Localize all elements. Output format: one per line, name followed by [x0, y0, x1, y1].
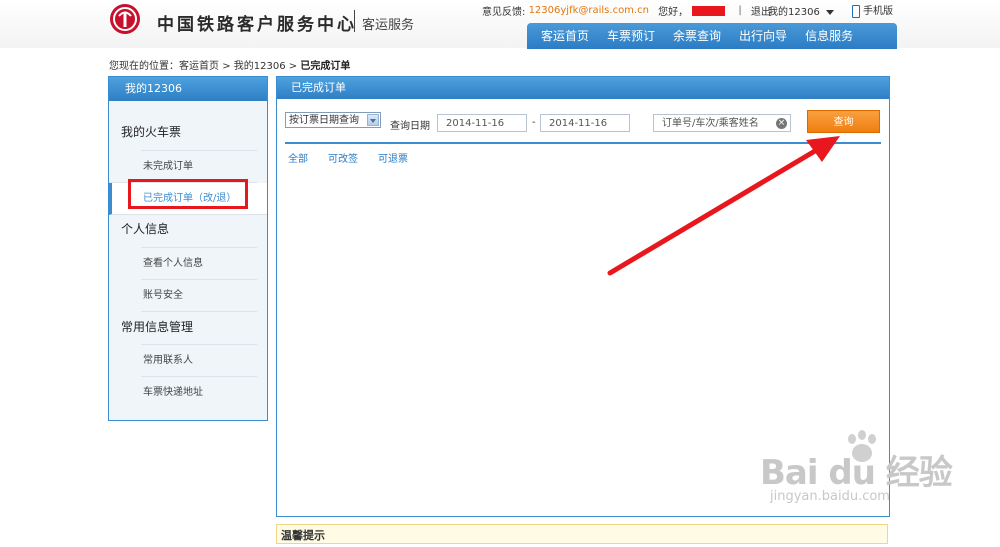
nav-item-ticket-query[interactable]: 余票查询 [664, 23, 730, 49]
feedback-email-link[interactable]: 12306yjfk@rails.com.cn [529, 5, 649, 16]
chevron-down-icon [367, 114, 379, 126]
nav-item-info-service[interactable]: 信息服务 [796, 23, 862, 49]
nav-item-travel-guide[interactable]: 出行向导 [730, 23, 796, 49]
breadcrumb-sep: > [222, 61, 231, 72]
sidebar-item-contacts[interactable]: 常用联系人 [141, 344, 257, 377]
breadcrumb: 您现在的位置：客运首页 > 我的12306 > 已完成订单 [109, 57, 350, 72]
watermark-url: jingyan.baidu.com [770, 489, 890, 504]
breadcrumb-current: 已完成订单 [300, 61, 351, 72]
notice-box: 温馨提示 [276, 524, 888, 544]
sidebar-item-account-security[interactable]: 账号安全 [141, 280, 257, 312]
redacted-username [692, 5, 726, 16]
mobile-link[interactable]: 手机版 [852, 2, 893, 18]
annotation-highlight-box [128, 179, 248, 209]
page-title: 已完成订单 [277, 77, 889, 99]
watermark-text: Bai du 经验 [760, 453, 953, 493]
nav-item-booking[interactable]: 车票预订 [598, 23, 664, 49]
tab-changeable[interactable]: 可改签 [328, 150, 358, 165]
breadcrumb-my12306[interactable]: 我的12306 [234, 61, 286, 72]
tab-refundable[interactable]: 可退票 [378, 150, 408, 165]
breadcrumb-sep: > [288, 61, 298, 72]
query-type-value: 按订票日期查询 [289, 115, 359, 126]
my12306-label: 我的12306 [768, 7, 820, 18]
chevron-down-icon [825, 9, 834, 15]
nav-item-home[interactable]: 客运首页 [527, 23, 598, 49]
divider: | [738, 5, 742, 16]
query-button[interactable]: 查询 [807, 110, 880, 133]
search-placeholder: 订单号/车次/乘客姓名 [662, 118, 759, 129]
sidebar-title: 我的12306 [109, 77, 267, 101]
site-header: 中国铁路客户服务中心 客运服务 意见反馈: 12306yjfk@rails.co… [0, 0, 1000, 49]
date-from-input[interactable]: 2014-11-16 [437, 114, 527, 132]
phone-icon [852, 4, 860, 18]
top-links: 意见反馈: 12306yjfk@rails.com.cn 您好， | 退出 [482, 3, 771, 18]
breadcrumb-home[interactable]: 客运首页 [179, 61, 219, 72]
date-to-input[interactable]: 2014-11-16 [540, 114, 630, 132]
logo-divider [354, 10, 355, 32]
sidebar-group-common-info: 常用信息管理 [121, 320, 194, 334]
greeting-text: 您好， [658, 7, 689, 18]
main-nav: 客运首页 车票预订 余票查询 出行向导 信息服务 [527, 23, 897, 49]
breadcrumb-prefix: 您现在的位置： [109, 61, 179, 72]
sidebar-item-view-profile[interactable]: 查看个人信息 [141, 247, 257, 280]
sidebar-group-my-tickets: 我的火车票 [121, 125, 182, 139]
filter-divider [285, 142, 881, 144]
order-tabs: 全部 可改签 可退票 [288, 150, 428, 165]
date-label: 查询日期 [390, 121, 430, 132]
clear-icon[interactable]: × [776, 118, 787, 129]
my12306-dropdown[interactable]: 我的12306 [768, 3, 834, 18]
sidebar-item-delivery-address[interactable]: 车票快递地址 [141, 377, 257, 408]
search-input[interactable]: 订单号/车次/乘客姓名 × [653, 114, 791, 132]
baidu-watermark: Bai du 经验 jingyan.baidu.com [760, 425, 953, 525]
sidebar-group-personal-info: 个人信息 [121, 222, 170, 236]
tab-all[interactable]: 全部 [288, 150, 308, 165]
query-type-select[interactable]: 按订票日期查询 [285, 112, 381, 128]
date-separator: - [532, 117, 536, 128]
site-subtitle: 客运服务 [362, 18, 415, 33]
feedback-label: 意见反馈: [482, 7, 526, 18]
sidebar: 我的12306 我的火车票 未完成订单 已完成订单（改/退） 个人信息 查看个人… [108, 76, 268, 421]
site-logo-text[interactable]: 中国铁路客户服务中心 [157, 10, 357, 35]
mobile-label: 手机版 [863, 6, 893, 17]
railway-logo-icon[interactable] [110, 4, 140, 34]
